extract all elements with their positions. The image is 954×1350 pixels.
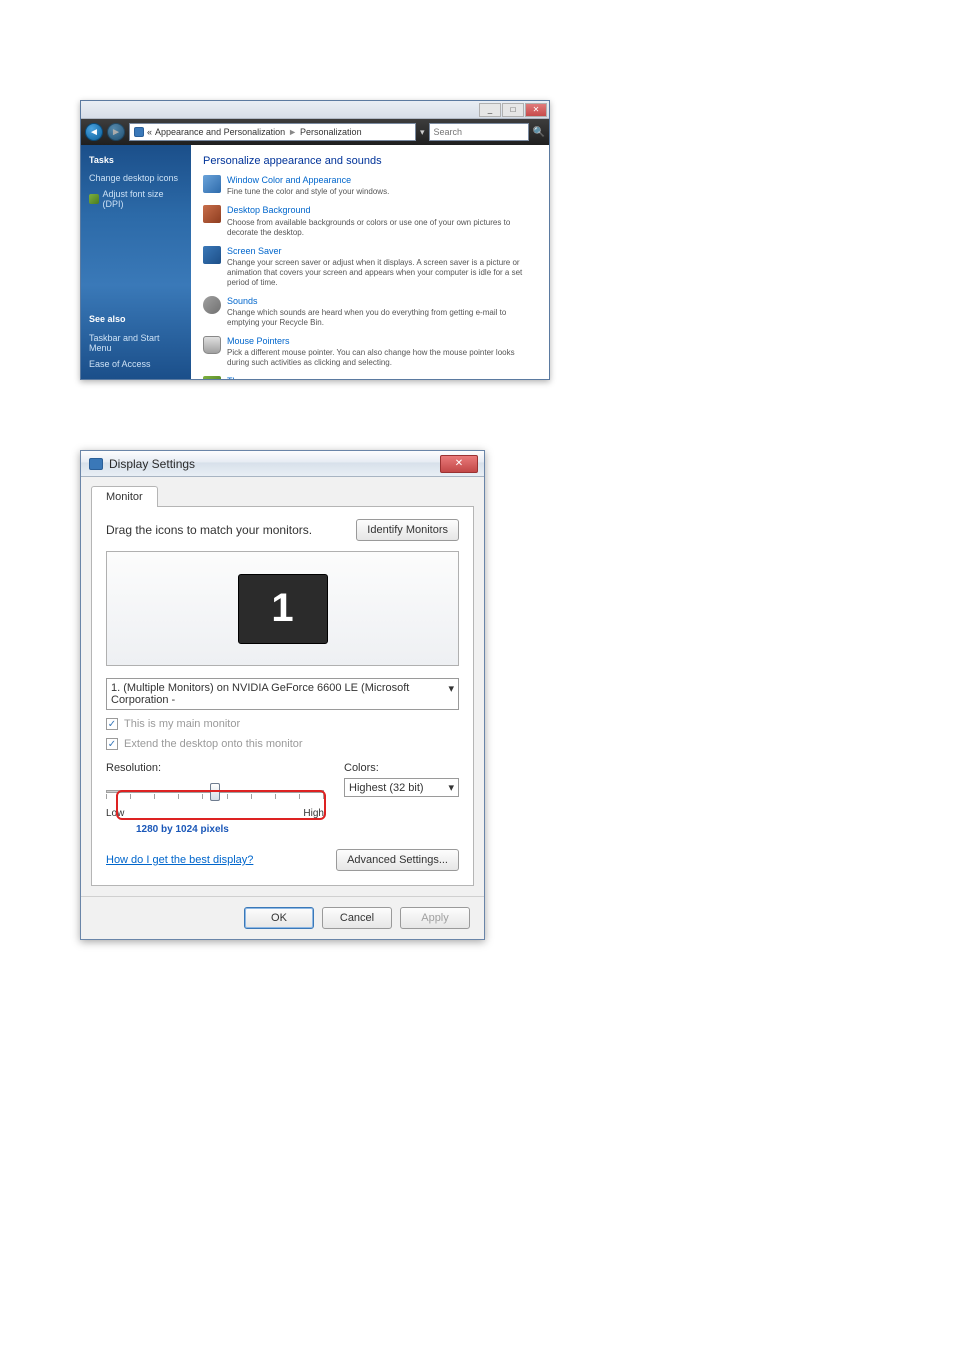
seealso-link-taskbar[interactable]: Taskbar and Start Menu (89, 333, 183, 353)
chevron-down-icon: ▾ (448, 781, 454, 794)
tab-monitor[interactable]: Monitor (91, 486, 158, 507)
window-title: Display Settings (109, 457, 434, 471)
desktop-background-icon (203, 205, 221, 223)
search-icon: 🔍 (533, 127, 545, 138)
resolution-value: 1280 by 1024 pixels (136, 824, 229, 835)
breadcrumb-part: Personalization (300, 127, 362, 137)
sidebar: Tasks Change desktop icons Adjust font s… (81, 145, 191, 379)
toolbar: ◄ ► « Appearance and Personalization ► P… (81, 119, 549, 145)
minimize-button[interactable]: _ (479, 103, 501, 117)
item-link-window-color[interactable]: Window Color and Appearance (227, 175, 389, 186)
sidebar-item-label: Change desktop icons (89, 173, 178, 183)
dialog-buttons: OK Cancel Apply (81, 896, 484, 939)
checkbox-icon: ✓ (106, 738, 118, 750)
sounds-icon (203, 296, 221, 314)
close-button[interactable]: ✕ (525, 103, 547, 117)
monitor-select-value: 1. (Multiple Monitors) on NVIDIA GeForce… (111, 682, 448, 706)
content-pane: Personalize appearance and sounds Window… (191, 145, 549, 379)
maximize-button[interactable]: □ (502, 103, 524, 117)
display-settings-window: Display Settings ✕ Monitor Drag the icon… (80, 450, 485, 940)
mouse-pointers-icon (203, 336, 221, 354)
titlebar: Display Settings ✕ (81, 451, 484, 477)
colors-value: Highest (32 bit) (349, 782, 424, 794)
item-link-desktop-background[interactable]: Desktop Background (227, 205, 537, 216)
page-heading: Personalize appearance and sounds (203, 155, 537, 167)
item-link-sounds[interactable]: Sounds (227, 296, 537, 307)
instruction-text: Drag the icons to match your monitors. (106, 523, 312, 537)
slider-thumb[interactable] (210, 783, 220, 801)
resolution-label: Resolution: (106, 762, 324, 774)
chevron-down-icon: ▾ (448, 682, 454, 706)
item-link-theme[interactable]: Theme (227, 376, 537, 379)
checkbox-label: Extend the desktop onto this monitor (124, 738, 303, 750)
monitor-icon (89, 458, 103, 470)
monitor-preview[interactable]: 1 (106, 551, 459, 666)
item-desc: Fine tune the color and style of your wi… (227, 187, 389, 196)
checkbox-icon: ✓ (106, 718, 118, 730)
ok-button[interactable]: OK (244, 907, 314, 929)
monitor-select[interactable]: 1. (Multiple Monitors) on NVIDIA GeForce… (106, 678, 459, 710)
item-link-screen-saver[interactable]: Screen Saver (227, 246, 537, 257)
search-input[interactable] (429, 123, 529, 141)
advanced-settings-button[interactable]: Advanced Settings... (336, 849, 459, 871)
sidebar-link-desktop-icons[interactable]: Change desktop icons (89, 173, 183, 183)
cancel-button[interactable]: Cancel (322, 907, 392, 929)
monitor-thumbnail[interactable]: 1 (238, 574, 328, 644)
sidebar-heading: Tasks (89, 155, 183, 165)
forward-button[interactable]: ► (107, 123, 125, 141)
monitor-panel: Drag the icons to match your monitors. I… (91, 506, 474, 886)
theme-icon (203, 376, 221, 379)
apply-button[interactable]: Apply (400, 907, 470, 929)
item-desc: Change your screen saver or adjust when … (227, 258, 522, 287)
item-desc: Choose from available backgrounds or col… (227, 218, 510, 237)
colors-label: Colors: (344, 762, 459, 774)
item-desc: Change which sounds are heard when you d… (227, 308, 506, 327)
screen-saver-icon (203, 246, 221, 264)
seealso-link-ease[interactable]: Ease of Access (89, 359, 183, 369)
titlebar: _ □ ✕ (81, 101, 549, 119)
identify-monitors-button[interactable]: Identify Monitors (356, 519, 459, 541)
sidebar-item-label: Adjust font size (DPI) (103, 189, 183, 209)
back-button[interactable]: ◄ (85, 123, 103, 141)
breadcrumb-part: Appearance and Personalization (155, 127, 285, 137)
item-link-mouse-pointers[interactable]: Mouse Pointers (227, 336, 537, 347)
breadcrumb[interactable]: « Appearance and Personalization ► Perso… (129, 123, 416, 141)
item-desc: Pick a different mouse pointer. You can … (227, 348, 515, 367)
breadcrumb-icon (134, 127, 144, 137)
sidebar-link-font-size[interactable]: Adjust font size (DPI) (89, 189, 183, 209)
seealso-heading: See also (89, 314, 183, 324)
close-button[interactable]: ✕ (440, 455, 478, 473)
main-monitor-checkbox: ✓ This is my main monitor (106, 718, 459, 730)
checkbox-label: This is my main monitor (124, 718, 240, 730)
personalization-window: _ □ ✕ ◄ ► « Appearance and Personalizati… (80, 100, 550, 380)
colors-select[interactable]: Highest (32 bit) ▾ (344, 778, 459, 797)
shield-icon (89, 194, 99, 204)
extend-desktop-checkbox: ✓ Extend the desktop onto this monitor (106, 738, 459, 750)
window-color-icon (203, 175, 221, 193)
help-link[interactable]: How do I get the best display? (106, 854, 253, 866)
resolution-slider[interactable] (106, 780, 324, 810)
